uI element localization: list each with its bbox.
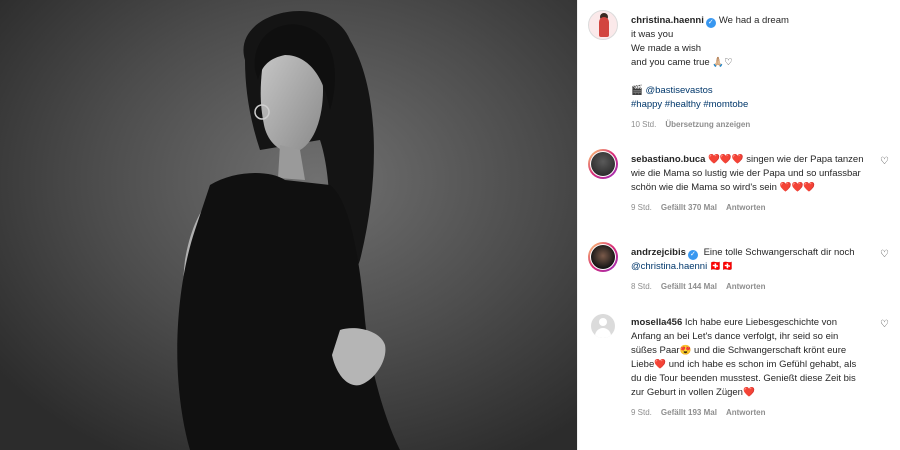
- reply-button[interactable]: Antworten: [726, 203, 766, 212]
- photo-illustration: [0, 0, 577, 450]
- comment-mention-link[interactable]: @christina.haenni: [631, 261, 707, 272]
- comment-likes[interactable]: Gefällt 144 Mal: [661, 282, 717, 291]
- caption-line-3: We made a wish: [631, 43, 702, 54]
- hashtags-link[interactable]: #happy #healthy #momtobe: [631, 98, 891, 112]
- comment-text: Eine tolle Schwangerschaft dir noch: [703, 247, 855, 258]
- avatar[interactable]: [591, 314, 615, 338]
- comment-username[interactable]: sebastiano.buca: [631, 154, 705, 165]
- caption-line-1: We had a dream: [718, 15, 789, 26]
- like-icon[interactable]: ♡: [880, 157, 890, 167]
- comment-likes[interactable]: Gefällt 370 Mal: [661, 203, 717, 212]
- comment-text: Ich habe eure Liebesgeschichte von Anfan…: [631, 317, 857, 398]
- like-icon[interactable]: ♡: [880, 320, 890, 330]
- comment-emoji-tail: 🇨🇭🇨🇭: [709, 261, 734, 272]
- caption-line-4: and you came true 🙏🏼♡: [631, 57, 733, 68]
- comment-meta: 9 Std. Gefällt 370 Mal Antworten: [631, 201, 866, 215]
- comment-username[interactable]: mosella456: [631, 317, 682, 328]
- caption-line-2: it was you: [631, 29, 674, 40]
- comment-body: mosella456 Ich habe eure Liebesgeschicht…: [631, 316, 866, 420]
- avatar[interactable]: [588, 149, 618, 179]
- caption-time[interactable]: 10 Std.: [631, 120, 656, 129]
- comment-likes[interactable]: Gefällt 193 Mal: [661, 408, 717, 417]
- clapperboard-icon: 🎬: [631, 85, 643, 96]
- avatar-figure-shape: [599, 17, 609, 37]
- verified-icon: ✓: [705, 18, 716, 28]
- verified-icon: ✓: [687, 250, 698, 260]
- comment-username[interactable]: andrzejcibis: [631, 247, 686, 258]
- comment-meta: 8 Std. Gefällt 144 Mal Antworten: [631, 280, 866, 294]
- caption-meta: 10 Std. Übersetzung anzeigen: [631, 118, 891, 132]
- post-photo: [0, 0, 577, 450]
- credit-mention-link[interactable]: @bastisevastos: [645, 85, 712, 96]
- comment-time[interactable]: 8 Std.: [631, 282, 652, 291]
- comment-meta: 9 Std. Gefällt 193 Mal Antworten: [631, 406, 866, 420]
- comment-time[interactable]: 9 Std.: [631, 408, 652, 417]
- avatar[interactable]: [588, 242, 618, 272]
- comment-body: sebastiano.buca ❤️❤️❤️ singen wie der Pa…: [631, 153, 866, 215]
- reply-button[interactable]: Antworten: [726, 282, 766, 291]
- caption-username[interactable]: christina.haenni: [631, 15, 704, 26]
- avatar[interactable]: [588, 10, 618, 40]
- comments-panel: christina.haenni ✓ We had a dream it was y…: [577, 0, 900, 450]
- translate-button[interactable]: Übersetzung anzeigen: [665, 120, 750, 129]
- comment-time[interactable]: 9 Std.: [631, 203, 652, 212]
- reply-button[interactable]: Antworten: [726, 408, 766, 417]
- like-icon[interactable]: ♡: [880, 250, 890, 260]
- comment-emoji-post: ❤️❤️❤️: [779, 182, 816, 193]
- comment-body: andrzejcibis ✓ Eine tolle Schwangerschaft…: [631, 246, 866, 294]
- comment-emoji-pre: ❤️❤️❤️: [708, 154, 744, 165]
- caption-text: christina.haenni ✓ We had a dream it was y…: [631, 14, 891, 132]
- instagram-post-view: christina.haenni ✓ We had a dream it was y…: [0, 0, 900, 450]
